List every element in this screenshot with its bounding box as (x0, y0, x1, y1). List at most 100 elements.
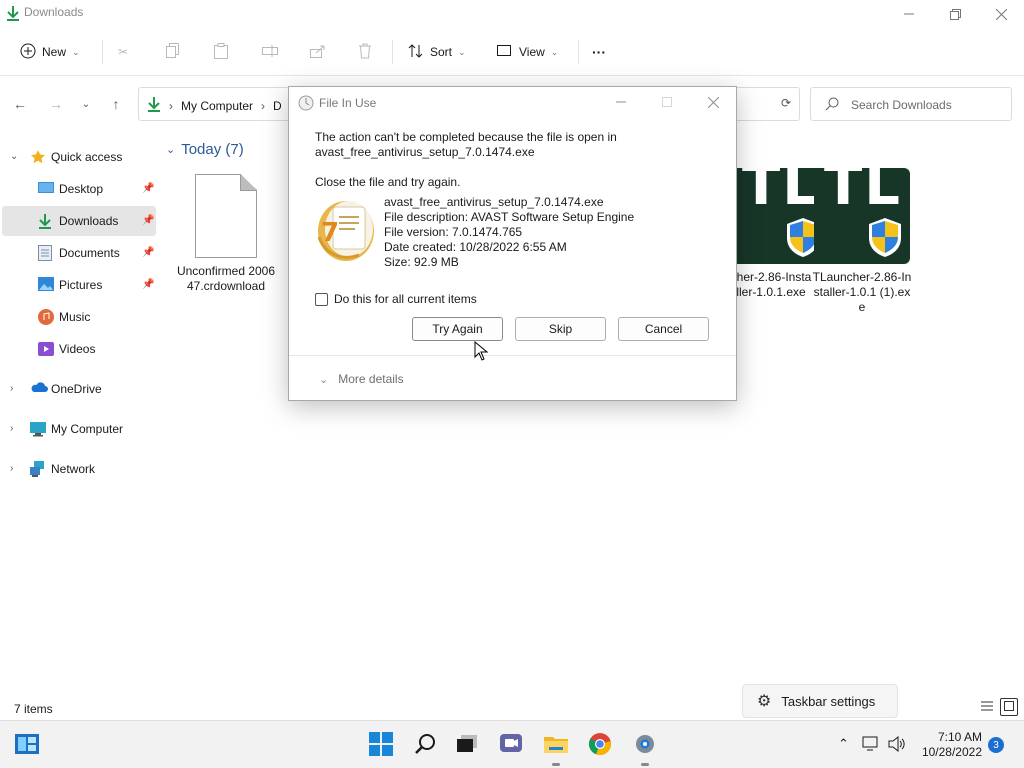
chevron-right-icon: › (169, 98, 173, 113)
share-button[interactable] (310, 40, 326, 64)
taskbar-settings-menu-item[interactable]: ⚙ Taskbar settings (742, 684, 898, 718)
copy-icon (166, 42, 180, 62)
checkbox-box[interactable] (315, 292, 328, 306)
details-view-button[interactable] (978, 698, 996, 716)
pin-icon: 📌 (142, 279, 155, 290)
more-details-toggle[interactable]: ⌄ More details (319, 372, 404, 386)
dialog-instruction: Close the file and try again. (315, 175, 461, 189)
file-item[interactable]: Unconfirmed 200647.crdownload (176, 174, 276, 294)
clock[interactable]: 7:10 AM 10/28/2022 (912, 730, 982, 760)
search-input[interactable]: Search Downloads (810, 87, 1012, 121)
paste-button[interactable] (214, 40, 228, 64)
arrow-right-icon: → (49, 96, 63, 112)
sidebar-item-network[interactable]: › Network (2, 454, 156, 484)
sidebar-item-documents[interactable]: Documents 📌 (2, 238, 156, 268)
group-header-today[interactable]: ⌄ Today (7) (166, 141, 244, 158)
list-icon (981, 700, 993, 714)
taskbar: ⌃ 7:10 AM 10/28/2022 3 (0, 720, 1024, 768)
sort-label: Sort (430, 45, 453, 59)
more-options-button[interactable]: ··· (592, 40, 606, 64)
sidebar-item-onedrive[interactable]: › OneDrive (2, 374, 156, 404)
start-button[interactable] (368, 731, 394, 759)
sidebar-item-quick-access[interactable]: ⌄ Quick access (2, 142, 156, 172)
chevron-right-icon: › (10, 423, 14, 434)
copy-button[interactable] (166, 40, 180, 64)
clock-date: 10/28/2022 (921, 745, 982, 759)
downloads-arrow-icon (38, 213, 54, 229)
refresh-icon[interactable]: ⟳ (781, 96, 791, 110)
arrow-left-icon: ← (13, 96, 27, 112)
notification-badge[interactable]: 3 (988, 737, 1004, 753)
trash-icon (358, 43, 372, 62)
desktop-icon (38, 181, 54, 197)
chevron-down-icon: ⌄ (458, 46, 466, 57)
up-button[interactable]: ↑ (106, 94, 126, 114)
file-details: avast_free_antivirus_setup_7.0.1474.exe … (384, 195, 634, 270)
gear-icon (633, 732, 657, 759)
close-button[interactable] (978, 0, 1024, 28)
cancel-button[interactable]: Cancel (618, 317, 709, 341)
window-title: Downloads (24, 5, 84, 19)
view-button[interactable]: View ⌄ (497, 40, 558, 64)
downloads-arrow-icon (6, 5, 20, 24)
clock-time: 7:10 AM (937, 730, 982, 744)
new-button[interactable]: New ⌄ (20, 40, 80, 64)
rename-button[interactable] (262, 40, 278, 64)
restore-button[interactable] (932, 0, 978, 28)
volume-icon[interactable] (888, 735, 906, 755)
dialog-minimize-button[interactable] (598, 87, 644, 117)
show-hidden-icons-button[interactable]: ⌃ (838, 736, 849, 752)
search-button[interactable] (412, 732, 438, 758)
network-status-icon[interactable] (862, 736, 880, 755)
chevron-up-icon: ⌃ (838, 736, 849, 751)
sidebar-item-music[interactable]: Music (2, 302, 156, 332)
chrome-button[interactable] (587, 732, 613, 758)
recent-locations-button[interactable]: ⌄ (76, 94, 96, 114)
minimize-button[interactable] (886, 0, 932, 28)
task-view-button[interactable] (454, 732, 480, 758)
sidebar-item-pictures[interactable]: Pictures 📌 (2, 270, 156, 300)
videos-icon (38, 341, 54, 357)
delete-button[interactable] (358, 40, 372, 64)
sidebar-item-videos[interactable]: Videos (2, 334, 156, 364)
breadcrumb-my-computer[interactable]: My Computer (181, 99, 253, 113)
chevron-right-icon: › (261, 98, 266, 113)
sidebar-item-label: Quick access (51, 150, 123, 164)
settings-button[interactable] (632, 732, 658, 758)
try-again-button[interactable]: Try Again (412, 317, 503, 341)
file-item[interactable]: TL TLauncher-2.86-Installer-1.0.1 (1).ex… (812, 168, 912, 315)
sidebar-item-my-computer[interactable]: › My Computer (2, 414, 156, 444)
music-icon (38, 309, 54, 325)
windows-logo-icon (369, 731, 393, 759)
widgets-button[interactable] (14, 732, 40, 758)
downloads-arrow-icon (147, 96, 161, 115)
forward-button[interactable]: → (46, 94, 66, 114)
clock-icon (298, 95, 314, 114)
network-icon (30, 461, 46, 477)
large-icons-view-button[interactable] (1000, 698, 1018, 716)
file-explorer-button[interactable] (543, 732, 569, 758)
file-detail-size: Size: 92.9 MB (384, 255, 459, 269)
pin-icon: 📌 (142, 183, 155, 194)
teams-chat-button[interactable] (498, 732, 524, 758)
item-count: 7 items (14, 702, 53, 716)
file-detail-description: File description: AVAST Software Setup E… (384, 210, 635, 224)
chevron-down-icon: ⌄ (550, 46, 559, 57)
sidebar-item-downloads[interactable]: Downloads 📌 (2, 206, 156, 236)
taskbar-settings-label: Taskbar settings (781, 693, 876, 709)
group-header-label: Today (7) (181, 141, 244, 158)
sort-button[interactable]: Sort ⌄ (408, 40, 466, 64)
back-button[interactable]: ← (10, 94, 30, 114)
cut-button[interactable]: ✂ (118, 40, 128, 64)
apply-to-all-checkbox[interactable]: Do this for all current items (315, 292, 477, 306)
sort-arrows-icon (408, 43, 424, 62)
sidebar-item-desktop[interactable]: Desktop 📌 (2, 174, 156, 204)
search-placeholder: Search Downloads (851, 98, 952, 112)
chevron-down-icon: ⌄ (319, 373, 329, 386)
view-layout-icon (497, 44, 513, 61)
dialog-close-button[interactable] (690, 87, 736, 117)
chevron-down-icon: ⌄ (166, 144, 176, 156)
svg-text:7: 7 (321, 218, 339, 248)
skip-button[interactable]: Skip (515, 317, 606, 341)
breadcrumb-downloads[interactable]: D (273, 99, 282, 113)
